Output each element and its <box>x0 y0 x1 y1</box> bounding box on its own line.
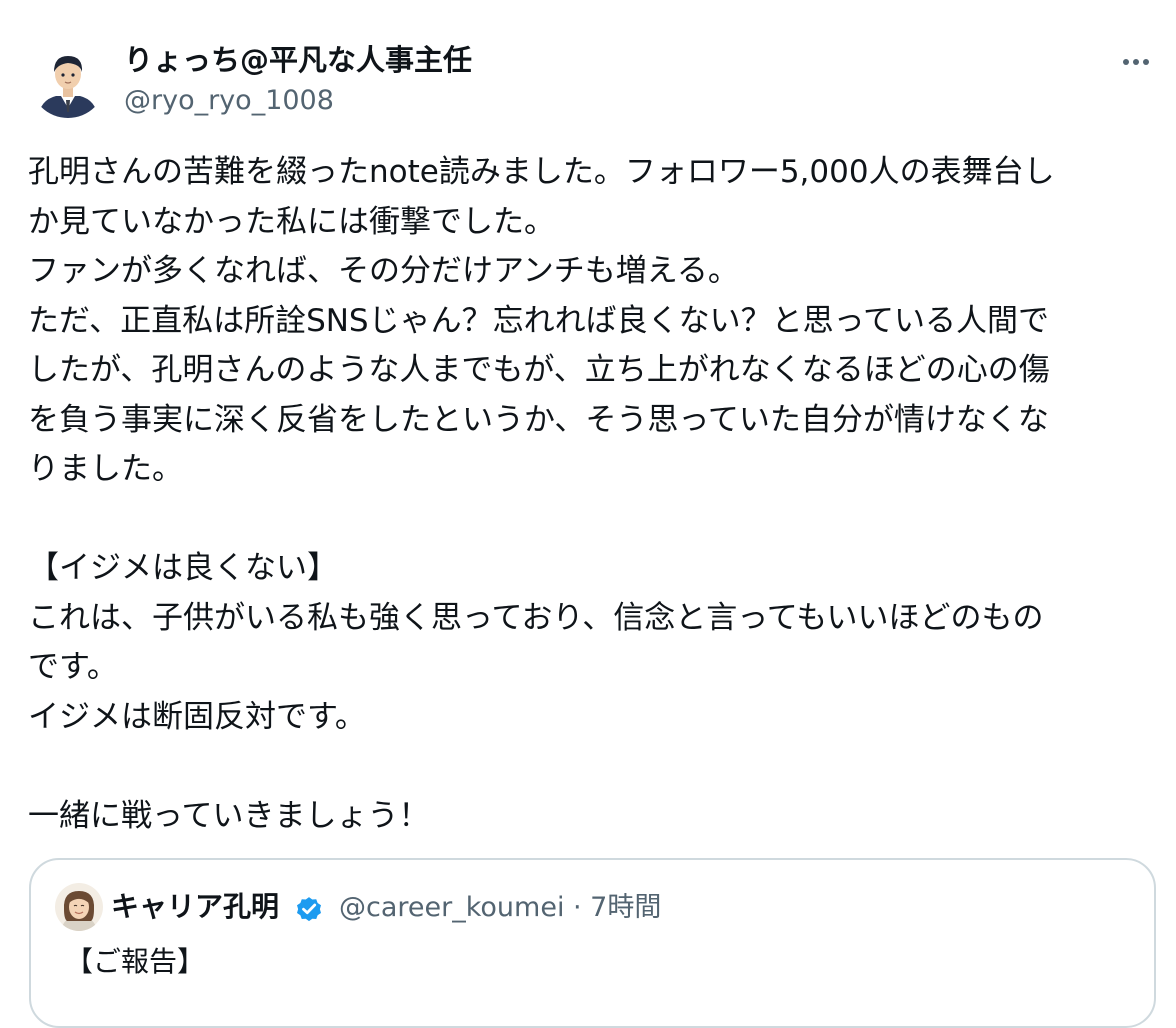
more-horizontal-icon-dot <box>1143 59 1149 65</box>
author-handle[interactable]: @ryo_ryo_1008 <box>124 82 334 120</box>
quoted-tweet-card[interactable]: キャリア孔明 @career_koumei · 7時間 【ご報告】 <box>29 858 1156 1028</box>
tweet-line: これは、子供がいる私も強く思っており、信念と言ってもいいほどのもの <box>28 599 1044 636</box>
tweet-line <box>28 742 1158 792</box>
tweet-line: を負う事実に深く反省をしたというか、そう思っていた自分が情けなくな <box>28 401 1049 438</box>
quote-author-handle-and-time[interactable]: @career_koumei · 7時間 <box>339 889 661 927</box>
tweet-line: したが、孔明さんのような人までもが、立ち上がれなくなるほどの心の傷 <box>28 352 1050 388</box>
businessman-illustration-avatar <box>30 42 106 118</box>
tweet-line: りました。 <box>28 451 183 487</box>
author-avatar[interactable] <box>30 42 106 118</box>
tweet-line: ただ、正直私は所詮SNSじゃん？忘れれば良くない？と思っている人間で <box>28 302 1050 339</box>
more-options-button[interactable] <box>1116 44 1156 78</box>
tweet-line: 【イジメは良くない】 <box>28 550 338 586</box>
more-horizontal-icon <box>1123 59 1129 65</box>
tweet-text: 孔明さんの苦難を綴ったnote読みました。フォロワー5,000人の表舞台し か見… <box>28 148 1158 841</box>
tweet-line: です。 <box>28 649 118 685</box>
more-horizontal-icon-dot <box>1133 59 1139 65</box>
verified-badge-icon <box>297 897 321 922</box>
tweet-line: イジメは断固反対です。 <box>28 698 366 735</box>
quote-author-avatar[interactable] <box>55 883 103 931</box>
author-display-name[interactable]: りょっち@平凡な人事主任 <box>124 40 472 80</box>
tweet-line <box>28 495 1158 545</box>
tweet-line: 孔明さんの苦難を綴ったnote読みました。フォロワー5,000人の表舞台し <box>28 154 1055 190</box>
tweet-line: か見ていなかった私には衝撃でした。 <box>28 203 555 240</box>
quote-author-display-name[interactable]: キャリア孔明 <box>111 888 279 926</box>
illustrated-person-avatar <box>55 883 103 931</box>
tweet-line: 一緒に戦っていきましょう！ <box>28 797 430 834</box>
tweet-line: ファンが多くなれば、その分だけアンチも増える。 <box>28 253 739 289</box>
quote-tweet-text: 【ご報告】 <box>65 945 206 978</box>
